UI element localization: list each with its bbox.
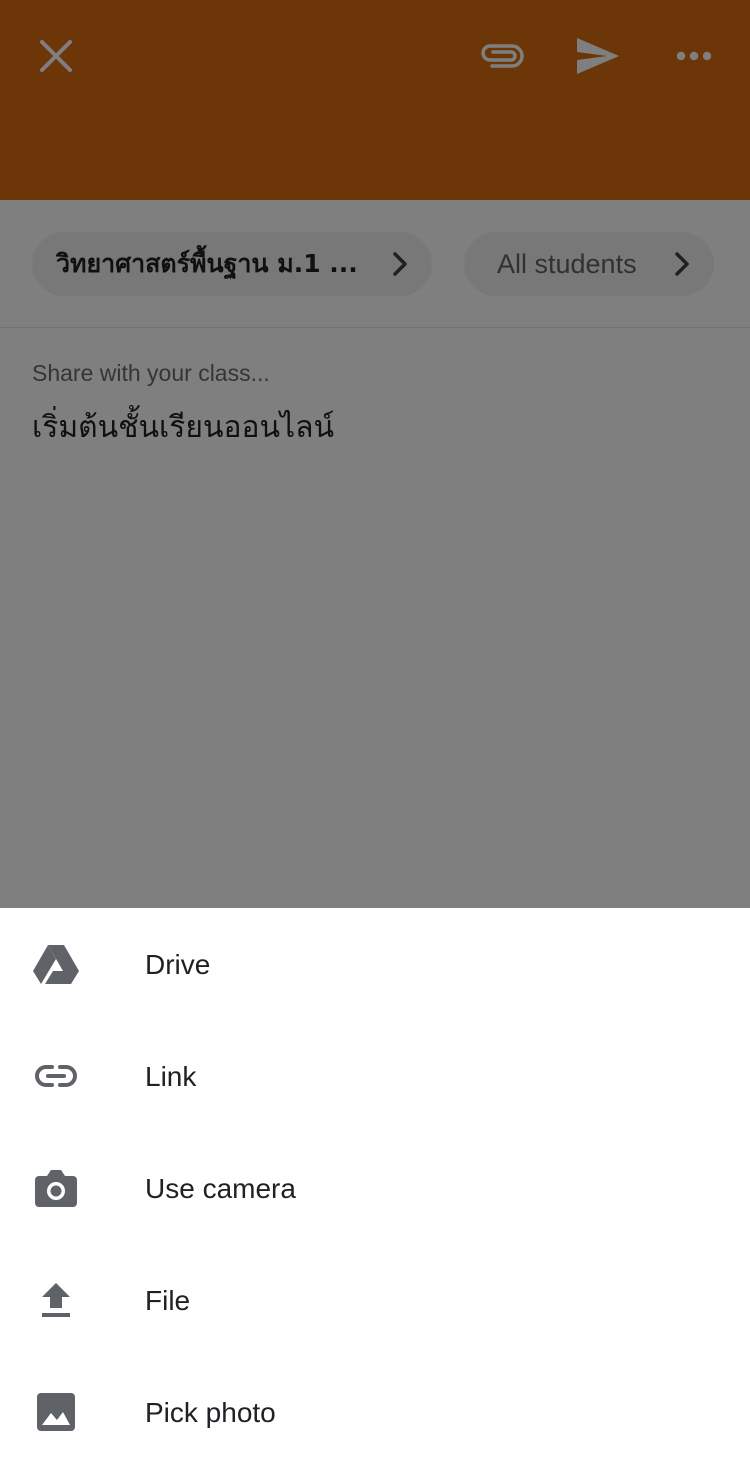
- attach-option-label: Pick photo: [145, 1397, 276, 1428]
- attach-option-label: Link: [145, 1061, 197, 1092]
- attach-option-label: File: [145, 1285, 191, 1316]
- attach-option-drive[interactable]: Drive: [0, 908, 750, 1020]
- attach-option-photo[interactable]: Pick photo: [0, 1356, 750, 1468]
- image-icon: [32, 1388, 80, 1436]
- modal-scrim[interactable]: [0, 0, 750, 908]
- attach-bottom-sheet: Drive Link Use camera File Pick photo: [0, 908, 750, 1468]
- drive-icon: [32, 940, 80, 988]
- attach-option-label: Use camera: [145, 1173, 296, 1204]
- attach-option-camera[interactable]: Use camera: [0, 1132, 750, 1244]
- link-icon: [32, 1052, 80, 1100]
- attach-option-label: Drive: [145, 949, 211, 980]
- attach-option-link[interactable]: Link: [0, 1020, 750, 1132]
- camera-icon: [32, 1164, 80, 1212]
- attach-option-file[interactable]: File: [0, 1244, 750, 1356]
- upload-icon: [32, 1276, 80, 1324]
